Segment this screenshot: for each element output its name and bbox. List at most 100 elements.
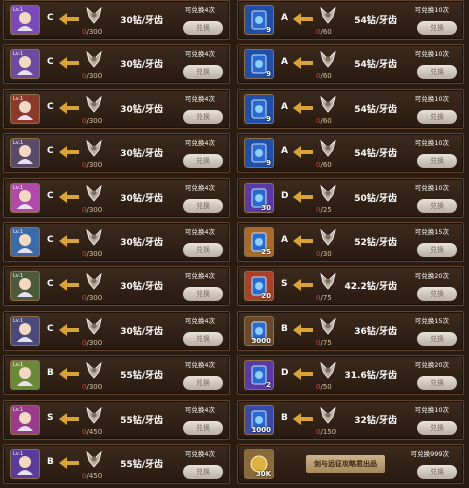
item-count: 3000: [251, 336, 271, 345]
limit-label: 可兑换999次: [410, 449, 449, 458]
arrow-left-icon: [293, 323, 313, 336]
exchange-button[interactable]: 兑换: [417, 464, 457, 479]
item-slot[interactable]: Lv.1: [10, 138, 40, 169]
level-label: Lv.1: [13, 140, 24, 147]
exchange-button[interactable]: 兑换: [417, 331, 457, 346]
grade-label: B: [281, 412, 288, 423]
item-slot[interactable]: Lv.1: [10, 404, 40, 435]
exchange-button[interactable]: 兑换: [417, 154, 457, 169]
tooth-token-icon: [320, 184, 336, 202]
item-slot[interactable]: Lv.1: [10, 315, 40, 346]
arrow-left-icon: [59, 101, 79, 114]
exchange-button[interactable]: 兑换: [417, 109, 457, 124]
limit-label: 可兑换4次: [184, 94, 215, 103]
arrow-left-icon: [59, 323, 79, 336]
price-label: 30钻/牙齿: [120, 237, 163, 248]
item-slot[interactable]: 2: [244, 360, 274, 391]
exchange-button[interactable]: 兑换: [183, 242, 223, 257]
item-count: 1000: [251, 425, 271, 434]
exchange-row: Lv.1 C 0/300 30钻/牙齿 可兑换4次 兑换: [3, 133, 230, 174]
price-label: 30钻/牙齿: [120, 149, 163, 160]
exchange-button[interactable]: 兑换: [183, 198, 223, 213]
item-slot[interactable]: Lv.1: [10, 360, 40, 391]
price-label: 55钻/牙齿: [120, 371, 163, 382]
limit-label: 可兑换4次: [184, 50, 215, 59]
item-slot[interactable]: 9: [244, 49, 274, 80]
owned-count: 0/60: [316, 116, 332, 125]
item-count: 9: [266, 114, 271, 123]
item-slot[interactable]: Lv.1: [10, 49, 40, 80]
exchange-button[interactable]: 兑换: [183, 21, 223, 35]
author-banner: 剑与远征攻略君出品: [306, 454, 385, 473]
item-slot[interactable]: 20: [244, 271, 274, 302]
owned-count: 0/300: [82, 383, 103, 392]
exchange-button[interactable]: 兑换: [183, 420, 223, 435]
tooth-token-icon: [320, 51, 336, 69]
price-label: 31.6钻/牙齿: [344, 371, 398, 382]
exchange-button[interactable]: 兑换: [417, 198, 457, 213]
grade-label: S: [47, 412, 54, 423]
exchange-button[interactable]: 兑换: [183, 464, 223, 479]
tooth-token-icon: [320, 406, 336, 424]
item-slot[interactable]: Lv.1: [10, 93, 40, 124]
item-slot[interactable]: 9: [244, 138, 274, 169]
item-slot[interactable]: Lv.1: [10, 448, 40, 479]
grade-label: C: [47, 101, 54, 112]
exchange-row: Lv.1 C 0/300 30钻/牙齿 可兑换4次 兑换: [3, 0, 230, 40]
grade-label: C: [47, 57, 54, 68]
grade-label: B: [281, 323, 288, 334]
exchange-button[interactable]: 兑换: [417, 287, 457, 302]
arrow-left-icon: [59, 57, 79, 70]
item-slot[interactable]: Lv.1: [10, 182, 40, 213]
arrow-left-icon: [293, 57, 313, 70]
grade-label: C: [47, 279, 54, 290]
exchange-row: Lv.1 C 0/300 30钻/牙齿 可兑换4次 兑换: [3, 177, 230, 218]
owned-count: 0/25: [316, 205, 332, 214]
grade-label: C: [47, 146, 54, 157]
tooth-token-icon: [86, 317, 102, 335]
limit-label: 可兑换15次: [414, 227, 449, 236]
exchange-button[interactable]: 兑换: [183, 287, 223, 302]
level-label: Lv.1: [13, 51, 24, 58]
item-slot[interactable]: 30K: [244, 448, 274, 479]
item-slot[interactable]: 9: [244, 5, 274, 35]
owned-count: 0/300: [82, 72, 103, 81]
limit-label: 可兑换10次: [414, 50, 449, 59]
item-slot[interactable]: 30: [244, 182, 274, 213]
tooth-token-icon: [86, 51, 102, 69]
exchange-button[interactable]: 兑换: [417, 242, 457, 257]
item-count: 9: [266, 159, 271, 168]
exchange-button[interactable]: 兑换: [183, 65, 223, 80]
price-label: 54钻/牙齿: [354, 149, 397, 160]
price-label: 30钻/牙齿: [120, 16, 163, 26]
item-slot[interactable]: 25: [244, 226, 274, 257]
exchange-row: Lv.1 S 0/450 55钻/牙齿 可兑换4次 兑换: [3, 399, 230, 440]
limit-label: 可兑换4次: [184, 6, 215, 14]
item-slot[interactable]: Lv.1: [10, 271, 40, 302]
grade-label: B: [47, 456, 54, 467]
level-label: Lv.1: [13, 317, 24, 324]
level-label: Lv.1: [13, 362, 24, 369]
arrow-left-icon: [293, 368, 313, 381]
exchange-button[interactable]: 兑换: [183, 331, 223, 346]
exchange-row: 9 A 0/60 54钻/牙齿 可兑换10次 兑换: [237, 133, 464, 174]
item-slot[interactable]: Lv.1: [10, 5, 40, 35]
exchange-button[interactable]: 兑换: [183, 154, 223, 169]
item-slot[interactable]: 3000: [244, 315, 274, 346]
owned-count: 0/450: [82, 471, 103, 480]
exchange-button[interactable]: 兑换: [417, 21, 457, 35]
exchange-button[interactable]: 兑换: [183, 376, 223, 391]
item-slot[interactable]: Lv.1: [10, 226, 40, 257]
exchange-button[interactable]: 兑换: [183, 109, 223, 124]
arrow-left-icon: [59, 412, 79, 425]
exchange-row: 25 A 0/30 52钻/牙齿 可兑换15次 兑换: [237, 221, 464, 262]
item-slot[interactable]: 1000: [244, 404, 274, 435]
item-slot[interactable]: 9: [244, 93, 274, 124]
item-count: 2: [266, 381, 271, 390]
exchange-row: 9 A 0/60 54钻/牙齿 可兑换10次 兑换: [237, 88, 464, 129]
exchange-button[interactable]: 兑换: [417, 376, 457, 391]
exchange-button[interactable]: 兑换: [417, 65, 457, 80]
exchange-button[interactable]: 兑换: [417, 420, 457, 435]
owned-count: 0/60: [316, 161, 332, 170]
grade-label: C: [47, 234, 54, 245]
